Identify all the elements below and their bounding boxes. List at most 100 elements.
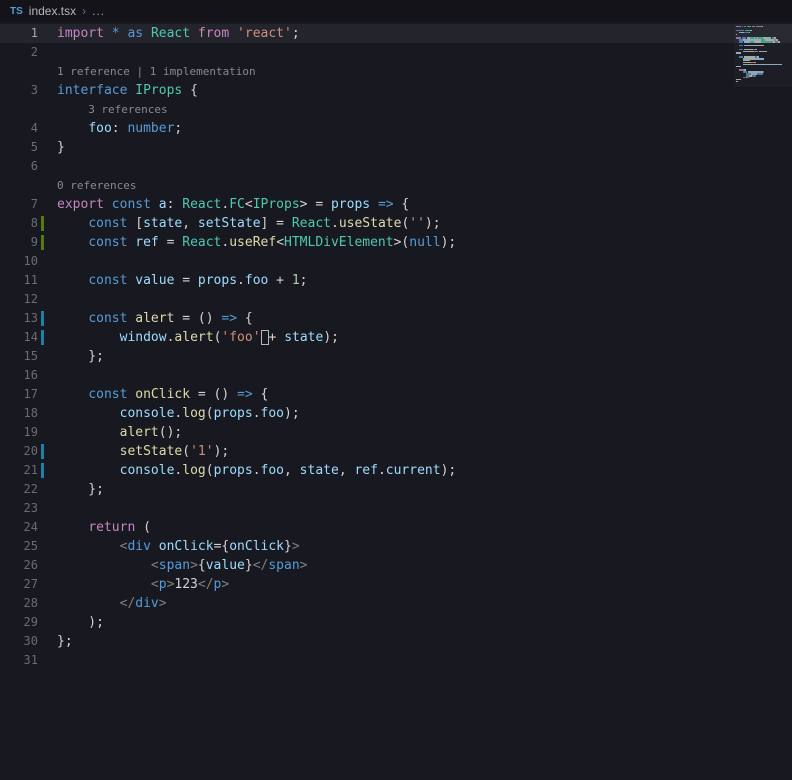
minimap-token bbox=[736, 33, 737, 35]
code-line-28[interactable]: 28 </div> bbox=[0, 594, 792, 613]
code-token: = bbox=[174, 273, 198, 288]
code-token: onClick bbox=[135, 387, 191, 402]
minimap-token bbox=[736, 80, 738, 83]
breadcrumb-file-name[interactable]: index.tsx bbox=[29, 4, 76, 18]
code-line-content: alert(); bbox=[38, 423, 183, 442]
code-line-1[interactable]: 1 import * as React from 'react'; bbox=[0, 24, 792, 43]
code-token: (); bbox=[158, 425, 183, 440]
code-line-19[interactable]: 19 alert(); bbox=[0, 423, 792, 442]
code-token: '1' bbox=[190, 444, 214, 459]
code-line-17[interactable]: 17 const onClick = () => { bbox=[0, 385, 792, 404]
code-line-31[interactable]: 31 bbox=[0, 651, 792, 670]
line-number: 2 bbox=[30, 45, 38, 59]
code-token: , bbox=[182, 216, 198, 231]
editor-cursor bbox=[260, 330, 269, 345]
code-line-content: const ref = React.useRef<HTMLDivElement>… bbox=[38, 233, 456, 252]
code-token: < bbox=[150, 577, 159, 592]
breadcrumb-ellipsis[interactable]: ... bbox=[92, 4, 105, 18]
editor-code-area[interactable]: 1 import * as React from 'react'; 2 1 refer… bbox=[0, 22, 792, 670]
code-line-26[interactable]: 26 <span>{value}</span> bbox=[0, 556, 792, 575]
line-number: 21 bbox=[23, 463, 38, 477]
code-line-content: </div> bbox=[38, 594, 167, 613]
code-line-16[interactable]: 16 bbox=[0, 366, 792, 385]
code-line-12[interactable]: 12 bbox=[0, 290, 792, 309]
git-gutter-added-indicator[interactable] bbox=[41, 235, 44, 250]
code-token: [ bbox=[127, 216, 144, 231]
git-gutter-modified-indicator[interactable] bbox=[41, 444, 44, 459]
code-line-4[interactable]: 4 foo: number; bbox=[0, 119, 792, 138]
code-line-content: <div onClick={onClick}> bbox=[38, 537, 300, 556]
minimap[interactable] bbox=[734, 24, 792, 87]
code-token: FC bbox=[229, 197, 245, 212]
code-line-10[interactable]: 10 bbox=[0, 252, 792, 271]
code-line-15[interactable]: 15 }; bbox=[0, 347, 792, 366]
line-number: 24 bbox=[23, 520, 38, 534]
minimap-token bbox=[748, 77, 749, 79]
code-token: setState bbox=[119, 444, 183, 459]
code-line-30[interactable]: 30}; bbox=[0, 632, 792, 651]
line-number: 19 bbox=[23, 425, 38, 439]
code-token: const bbox=[111, 197, 151, 212]
code-line-29[interactable]: 29 ); bbox=[0, 613, 792, 632]
git-gutter-modified-indicator[interactable] bbox=[41, 311, 44, 326]
typescript-file-icon: TS bbox=[10, 5, 23, 17]
code-line-24[interactable]: 24 return ( bbox=[0, 518, 792, 537]
line-number: 18 bbox=[23, 406, 38, 420]
code-token: { bbox=[237, 311, 253, 326]
code-token: ( bbox=[205, 463, 214, 478]
minimap-token bbox=[736, 52, 741, 54]
code-line-13[interactable]: 13 const alert = () => { bbox=[0, 309, 792, 328]
code-token: from bbox=[197, 26, 230, 41]
minimap-token bbox=[761, 41, 773, 43]
line-number: 25 bbox=[23, 539, 38, 553]
code-token: 'foo' bbox=[221, 330, 261, 345]
code-token: ); bbox=[424, 216, 441, 231]
code-line-8[interactable]: 8 const [state, setState] = React.useSta… bbox=[0, 214, 792, 233]
code-line-23[interactable]: 23 bbox=[0, 499, 792, 518]
minimap-token bbox=[780, 63, 782, 66]
code-line-2[interactable]: 2 bbox=[0, 43, 792, 62]
codelens-link[interactable]: 1 reference | 1 implementation bbox=[57, 62, 256, 81]
code-token: 1 bbox=[291, 273, 300, 288]
code-token: onClick bbox=[229, 539, 285, 554]
code-token: * bbox=[111, 26, 120, 41]
code-token: ); bbox=[284, 406, 300, 421]
code-token: interface bbox=[57, 83, 128, 98]
code-line-content bbox=[38, 366, 57, 385]
minimap-token bbox=[736, 65, 741, 68]
code-line-9[interactable]: 9 const ref = React.useRef<HTMLDivElemen… bbox=[0, 233, 792, 252]
git-gutter-added-indicator[interactable] bbox=[41, 216, 44, 231]
code-token: state bbox=[299, 463, 339, 478]
code-token: . bbox=[237, 273, 245, 288]
code-line-14[interactable]: 14 window.alert('foo' + state); bbox=[0, 328, 792, 347]
code-line-20[interactable]: 20 setState('1'); bbox=[0, 442, 792, 461]
code-line-27[interactable]: 27 <p>123</p> bbox=[0, 575, 792, 594]
code-line-18[interactable]: 18 console.log(props.foo); bbox=[0, 404, 792, 423]
code-line-21[interactable]: 21 console.log(props.foo, state, ref.cur… bbox=[0, 461, 792, 480]
code-token: ref bbox=[135, 235, 159, 250]
code-token: as bbox=[127, 26, 144, 41]
codelens-link[interactable]: 0 references bbox=[57, 176, 136, 195]
git-gutter-modified-indicator[interactable] bbox=[41, 330, 44, 345]
code-line-3[interactable]: 3 interface IProps { bbox=[0, 81, 792, 100]
code-line-22[interactable]: 22 }; bbox=[0, 480, 792, 499]
git-gutter-modified-indicator[interactable] bbox=[41, 463, 44, 478]
code-line-6[interactable]: 6 bbox=[0, 157, 792, 176]
code-line-content: const value = props.foo + 1; bbox=[38, 271, 307, 290]
code-token: 123 bbox=[174, 577, 198, 592]
code-line-25[interactable]: 25 <div onClick={onClick}> bbox=[0, 537, 792, 556]
code-token: = bbox=[307, 197, 331, 212]
minimap-token bbox=[749, 31, 750, 34]
code-token: , bbox=[338, 463, 355, 478]
code-line-5[interactable]: 5} bbox=[0, 138, 792, 157]
code-token: IProps bbox=[135, 83, 183, 98]
codelens-link[interactable]: 3 references bbox=[57, 100, 167, 119]
code-line-11[interactable]: 11 const value = props.foo + 1; bbox=[0, 271, 792, 290]
line-number bbox=[0, 176, 38, 195]
code-line-7[interactable]: 7 export const a: React.FC<IProps> = prop… bbox=[0, 195, 792, 214]
